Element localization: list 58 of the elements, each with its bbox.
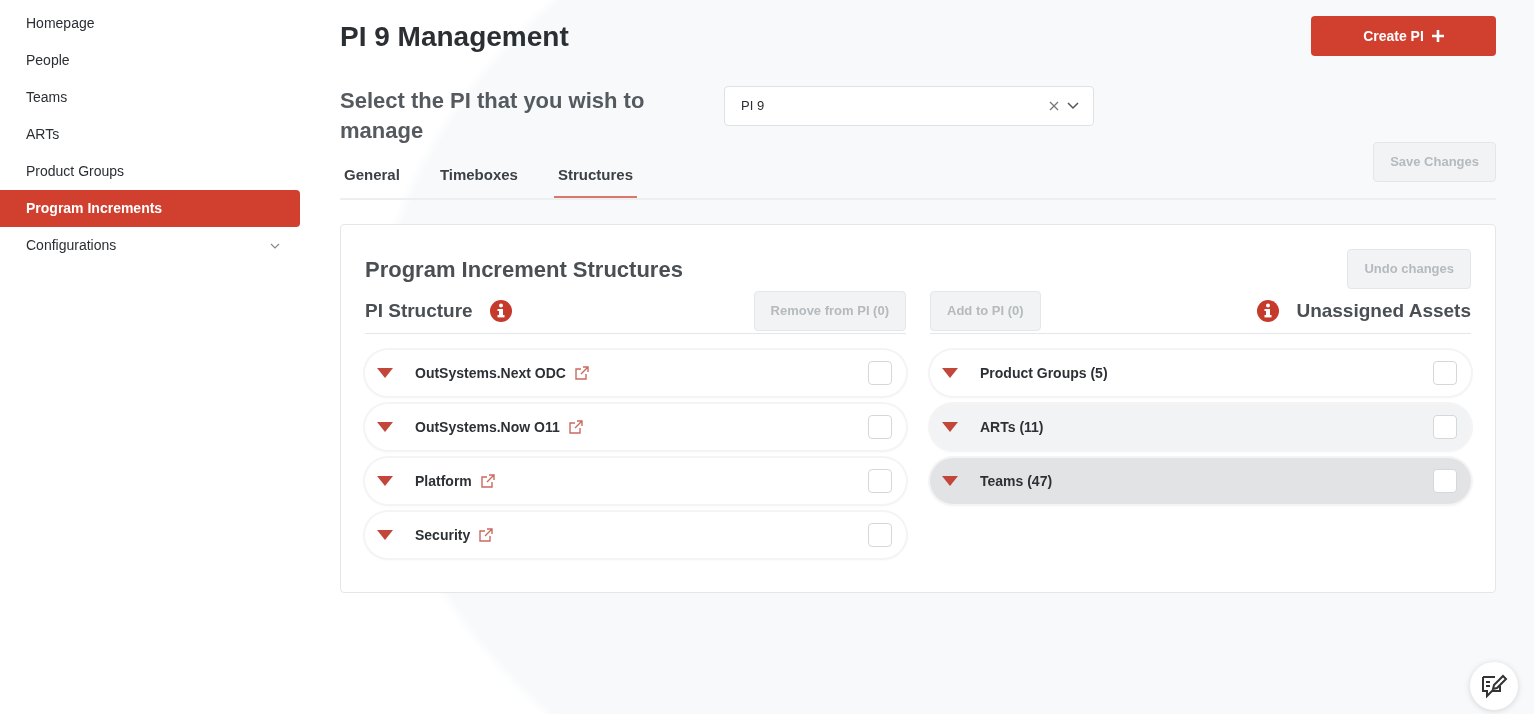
row-label: OutSystems.Now O11 [415, 417, 560, 437]
plus-icon [1431, 30, 1444, 42]
sidebar-item[interactable]: People [0, 42, 300, 79]
external-link-icon[interactable] [479, 528, 494, 542]
caret-down-icon[interactable] [377, 476, 393, 486]
selected-value: PI 9 [741, 97, 765, 116]
checkbox[interactable] [1433, 361, 1457, 385]
row-label: Platform [415, 471, 472, 491]
page-title: PI 9 Management [340, 20, 569, 54]
column-title: PI Structure [365, 298, 473, 323]
external-link-icon[interactable] [480, 474, 495, 488]
tab[interactable]: Structures [553, 155, 637, 198]
tree-row[interactable]: OutSystems.Now O11 [365, 404, 906, 450]
row-label: ARTs (11) [980, 417, 1044, 437]
external-link-icon[interactable] [568, 420, 583, 434]
sidebar-item[interactable]: Teams [0, 79, 300, 116]
chevron-down-icon[interactable] [1067, 102, 1079, 110]
row-label: OutSystems.Next ODC [415, 363, 566, 383]
column-title: Unassigned Assets [1296, 298, 1471, 323]
checkbox[interactable] [1433, 415, 1457, 439]
checkbox[interactable] [868, 361, 892, 385]
sidebar-item[interactable]: ARTs [0, 116, 300, 153]
tab[interactable]: Timeboxes [435, 155, 522, 198]
checkbox[interactable] [1433, 469, 1457, 493]
tree-row[interactable]: OutSystems.Next ODC [365, 350, 906, 396]
create-pi-button[interactable]: Create PI [1311, 16, 1496, 56]
feedback-icon [1480, 673, 1508, 699]
tree-row[interactable]: ARTs (11) [930, 404, 1471, 450]
checkbox[interactable] [868, 415, 892, 439]
tree-row[interactable]: Platform [365, 458, 906, 504]
caret-down-icon[interactable] [942, 422, 958, 432]
caret-down-icon[interactable] [942, 368, 958, 378]
row-label: Security [415, 525, 471, 545]
external-link-icon[interactable] [574, 366, 589, 380]
sidebar-item[interactable]: Product Groups [0, 153, 300, 190]
section-title: Program Increment Structures [365, 256, 683, 284]
sidebar-item[interactable]: Program Increments [0, 190, 300, 227]
checkbox[interactable] [868, 469, 892, 493]
tab[interactable]: General [340, 155, 404, 198]
tree-row[interactable]: Security [365, 512, 906, 558]
select-pi-label: Select the PI that you wish to manage [340, 87, 646, 145]
pi-select-field[interactable]: PI 9 [724, 86, 1094, 126]
caret-down-icon[interactable] [377, 530, 393, 540]
caret-down-icon[interactable] [377, 368, 393, 378]
caret-down-icon[interactable] [942, 476, 958, 486]
info-icon[interactable] [1256, 299, 1281, 323]
caret-down-icon[interactable] [377, 422, 393, 432]
tree-row[interactable]: Teams (47) [930, 458, 1471, 504]
feedback-button[interactable] [1470, 662, 1518, 710]
info-icon[interactable] [488, 299, 513, 323]
checkbox[interactable] [868, 523, 892, 547]
clear-icon[interactable] [1049, 101, 1059, 111]
chevron-down-icon [270, 242, 280, 249]
sidebar-item[interactable]: Homepage [0, 5, 300, 42]
tree-row[interactable]: Product Groups (5) [930, 350, 1471, 396]
sidebar-item[interactable]: Configurations [0, 227, 300, 264]
row-label: Teams (47) [980, 471, 1053, 491]
row-label: Product Groups (5) [980, 363, 1108, 383]
